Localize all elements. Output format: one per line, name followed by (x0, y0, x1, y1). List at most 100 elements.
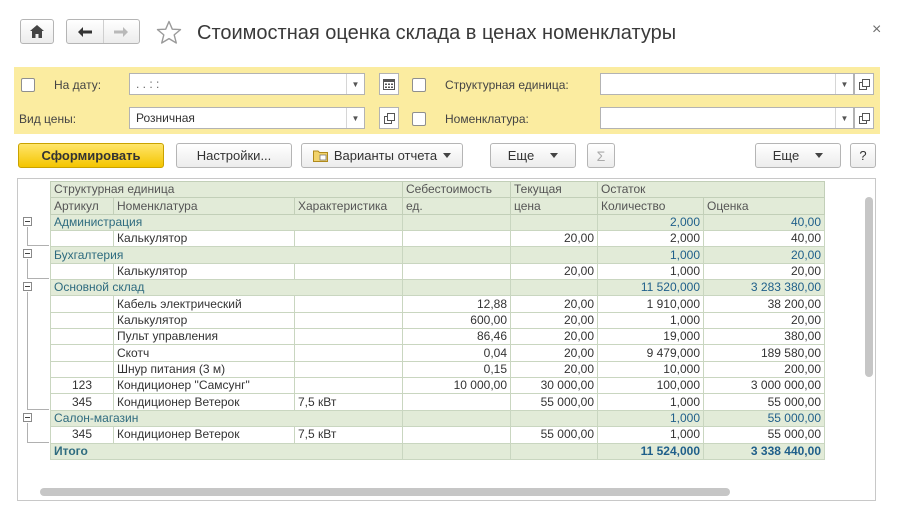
qty-cell: 100,000 (597, 377, 704, 395)
struct-unit-open-button[interactable] (854, 73, 874, 95)
price-cell: 20,00 (510, 262, 598, 281)
table-row[interactable]: 345 Кондиционер Ветерок 7,5 кВт 55 000,00 1,… (50, 393, 825, 411)
favorite-star-button[interactable] (156, 20, 182, 48)
table-row[interactable]: Скотч 0,04 20,00 9 479,000 189 580,00 (50, 344, 825, 362)
chevron-down-icon[interactable]: ▼ (835, 74, 853, 94)
nomenclature-cell: Кондиционер Ветерок (113, 426, 295, 444)
qty-cell: 2,000 (597, 230, 704, 248)
table-row[interactable]: Калькулятор 20,00 1,000 20,00 (50, 262, 825, 281)
collapse-icon[interactable] (23, 249, 32, 259)
table-row[interactable]: Калькулятор 20,00 2,000 40,00 (50, 230, 825, 248)
settings-button[interactable]: Настройки... (176, 143, 292, 168)
qty-cell: 1,000 (597, 409, 704, 428)
nomenclature-open-button[interactable] (854, 107, 874, 129)
valuation-cell: 40,00 (703, 213, 825, 232)
forward-button[interactable] (102, 20, 140, 43)
tree-line (27, 278, 49, 280)
nomenclature-checkbox[interactable] (412, 112, 426, 126)
report-variants-button[interactable]: Варианты отчета (301, 143, 463, 168)
sigma-icon: Σ (596, 147, 606, 164)
more-label: Еще (772, 148, 800, 163)
price-type-field[interactable]: Розничная ▼ (129, 107, 365, 129)
characteristic-cell (294, 344, 403, 362)
close-icon[interactable]: × (872, 21, 881, 39)
horizontal-scrollbar[interactable] (40, 488, 730, 496)
nomenclature-label: Номенклатура: (445, 112, 529, 126)
group-row[interactable]: Основной склад 11 520,000 3 283 380,00 (50, 279, 825, 297)
page-title: Стоимостная оценка склада в ценах номенк… (197, 22, 677, 44)
article-cell: 123 (50, 377, 114, 395)
price-cell: 55 000,00 (510, 426, 598, 444)
date-field[interactable]: . . : : ▼ (129, 73, 365, 95)
collapse-icon[interactable] (23, 282, 32, 292)
group-row[interactable]: Администрация 2,000 40,00 (50, 213, 825, 232)
cost-cell (402, 279, 511, 297)
valuation-cell: 3 283 380,00 (703, 279, 825, 297)
chevron-down-icon[interactable]: ▼ (346, 108, 364, 128)
col-cost: Себестоимость (402, 180, 511, 199)
struct-unit-checkbox[interactable] (412, 78, 426, 92)
more-button-2[interactable]: Еще (755, 143, 841, 168)
cost-cell: 86,46 (402, 328, 511, 346)
price-cell (510, 213, 598, 232)
vertical-scrollbar[interactable] (865, 197, 873, 377)
table-row[interactable]: Пульт управления 86,46 20,00 19,000 380,00 (50, 328, 825, 346)
characteristic-cell (294, 262, 403, 281)
chevron-down-icon (550, 153, 559, 158)
sum-button[interactable]: Σ (587, 143, 615, 168)
tree-line (27, 259, 28, 279)
characteristic-cell (294, 360, 403, 379)
help-button[interactable]: ? (850, 143, 876, 168)
chevron-down-icon[interactable]: ▼ (346, 74, 364, 94)
price-type-open-button[interactable] (379, 107, 399, 129)
calendar-button[interactable] (379, 73, 399, 95)
filter-panel: На дату: . . : : ▼ Вид цены: Розничная ▼… (14, 67, 880, 134)
table-row[interactable]: 345 Кондиционер Ветерок 7,5 кВт 55 000,00 1,… (50, 426, 825, 444)
report-table: Структурная единица Себестоимость Текуща… (50, 180, 825, 460)
valuation-cell: 3 338 440,00 (703, 442, 825, 460)
collapse-icon[interactable] (23, 216, 32, 226)
chevron-down-icon[interactable]: ▼ (835, 108, 853, 128)
cost-cell (402, 230, 511, 248)
total-row[interactable]: Итого 11 524,000 3 338 440,00 (50, 442, 825, 460)
table-row[interactable]: Калькулятор 600,00 20,00 1,000 20,00 (50, 311, 825, 330)
cost-cell (402, 409, 511, 428)
table-row[interactable]: 123 Кондиционер "Самсунг" 10 000,00 30 000,… (50, 377, 825, 395)
more-button-1[interactable]: Еще (490, 143, 576, 168)
generate-button[interactable]: Сформировать (18, 143, 164, 168)
home-button[interactable] (20, 19, 54, 44)
date-checkbox[interactable] (21, 78, 35, 92)
qty-cell: 9 479,000 (597, 344, 704, 362)
chevron-down-icon (443, 153, 452, 158)
more-label: Еще (507, 148, 535, 163)
table-row[interactable]: Шнур питания (3 м) 0,15 20,00 10,000 200,00 (50, 360, 825, 379)
group-name: Бухгалтерия (50, 246, 403, 264)
col-qty: Количество (597, 197, 704, 215)
qty-cell: 1 910,000 (597, 295, 704, 313)
cost-cell (402, 262, 511, 281)
struct-unit-field[interactable]: ▼ (600, 73, 854, 95)
header-row-1: Структурная единица Себестоимость Текуща… (50, 180, 825, 199)
nomenclature-cell: Кондиционер "Самсунг" (113, 377, 295, 395)
group-row[interactable]: Бухгалтерия 1,000 20,00 (50, 246, 825, 264)
collapse-icon[interactable] (23, 412, 32, 422)
nomenclature-cell: Кондиционер Ветерок (113, 393, 295, 411)
valuation-cell: 200,00 (703, 360, 825, 379)
valuation-cell: 55 000,00 (703, 393, 825, 411)
qty-cell: 1,000 (597, 262, 704, 281)
back-button[interactable] (67, 20, 103, 43)
col-struct-unit: Структурная единица (50, 180, 403, 199)
col-cost-unit: ед. (402, 197, 511, 215)
article-cell (50, 328, 114, 346)
report-spreadsheet[interactable]: Структурная единица Себестоимость Текуща… (17, 178, 876, 501)
group-name: Администрация (50, 213, 403, 232)
nomenclature-cell: Шнур питания (3 м) (113, 360, 295, 379)
table-row[interactable]: Кабель электрический 12,88 20,00 1 910,000 3… (50, 295, 825, 313)
characteristic-cell (294, 377, 403, 395)
group-row[interactable]: Салон-магазин 1,000 55 000,00 (50, 409, 825, 428)
characteristic-cell (294, 295, 403, 313)
nomenclature-field[interactable]: ▼ (600, 107, 854, 129)
nomenclature-cell: Калькулятор (113, 262, 295, 281)
history-nav (66, 19, 140, 44)
cost-cell (402, 246, 511, 264)
